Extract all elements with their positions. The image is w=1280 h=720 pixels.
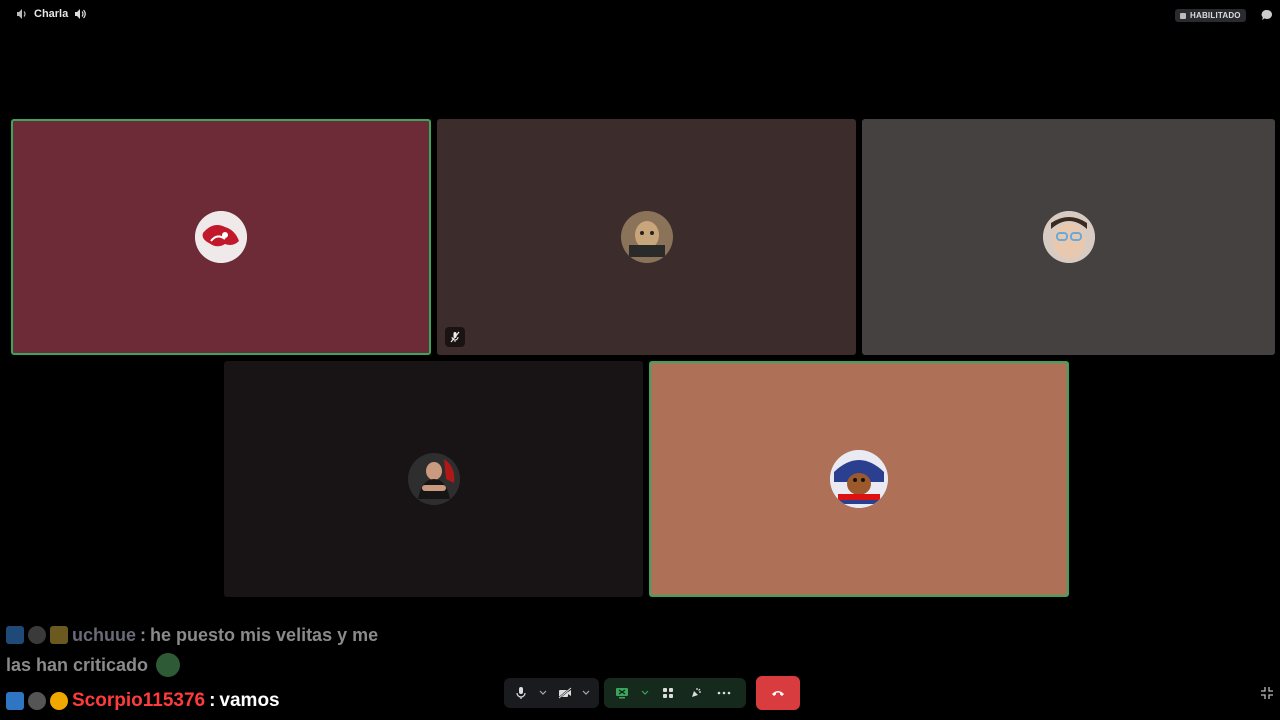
enabled-badge[interactable]: HABILITADO: [1175, 9, 1246, 22]
avatar[interactable]: [195, 211, 247, 263]
enabled-badge-label: HABILITADO: [1190, 11, 1241, 20]
chat-message: uchuue : he puesto mis velitas y me: [6, 620, 506, 650]
avatar[interactable]: [830, 450, 888, 508]
game-controller-icon: [28, 626, 46, 644]
top-bar: Charla HABILITADO: [0, 0, 1280, 30]
voice-channel-icon: [17, 9, 26, 19]
more-icon: [717, 691, 731, 695]
emoji-icon: [156, 653, 181, 677]
screen-share-icon: [616, 688, 628, 699]
microphone-options-button[interactable]: [538, 688, 547, 698]
chevron-down-icon: [582, 690, 590, 695]
avatar[interactable]: [1042, 211, 1095, 263]
avatar[interactable]: [620, 211, 673, 263]
chat-bubble-icon[interactable]: [1261, 9, 1273, 21]
activities-button[interactable]: [658, 683, 678, 703]
participant-tile[interactable]: [437, 119, 856, 355]
camera-button[interactable]: [556, 683, 574, 703]
participant-tile[interactable]: [649, 361, 1069, 597]
avatar-image: [830, 450, 888, 508]
screen-share-button[interactable]: [612, 683, 632, 703]
chat-separator: :: [140, 625, 147, 645]
participant-tile[interactable]: [224, 361, 643, 597]
muted-badge: [445, 327, 465, 347]
avatar-image: [407, 453, 460, 505]
channel-name: Charla: [34, 8, 69, 20]
microphone-icon: [516, 687, 526, 699]
speaker-icon[interactable]: [74, 8, 87, 20]
camera-options-button[interactable]: [582, 688, 591, 698]
voice-channel-header[interactable]: Charla: [16, 8, 87, 20]
share-group: [604, 678, 746, 708]
activities-icon: [663, 688, 673, 698]
disconnect-button[interactable]: [756, 676, 800, 710]
chevron-down-icon: [641, 690, 649, 695]
avatar-image: [195, 211, 247, 263]
participant-tile[interactable]: [862, 119, 1275, 355]
collapse-fullscreen-icon[interactable]: [1260, 686, 1274, 700]
chat-username: uchuue: [72, 625, 137, 645]
microphone-button[interactable]: [512, 683, 530, 703]
audio-video-group: [504, 678, 599, 708]
camera-off-icon: [558, 687, 572, 699]
call-controls: [0, 676, 1280, 712]
participant-tile[interactable]: [11, 119, 431, 355]
more-button[interactable]: [714, 683, 734, 703]
chevron-down-icon: [539, 690, 547, 695]
soundboard-button[interactable]: [686, 683, 706, 703]
avatar-image: [1042, 211, 1095, 263]
soundboard-icon: [692, 688, 701, 697]
mic-muted-icon: [450, 331, 460, 343]
share-options-button[interactable]: [640, 688, 650, 698]
avatar[interactable]: [407, 453, 460, 505]
chat-text: he puesto mis velitas y me: [150, 625, 379, 645]
hang-up-icon: [772, 691, 784, 696]
avatar-image: [620, 211, 673, 263]
phone-icon: [1180, 12, 1186, 19]
sword-icon: [6, 626, 24, 644]
crown-icon: [50, 626, 68, 644]
